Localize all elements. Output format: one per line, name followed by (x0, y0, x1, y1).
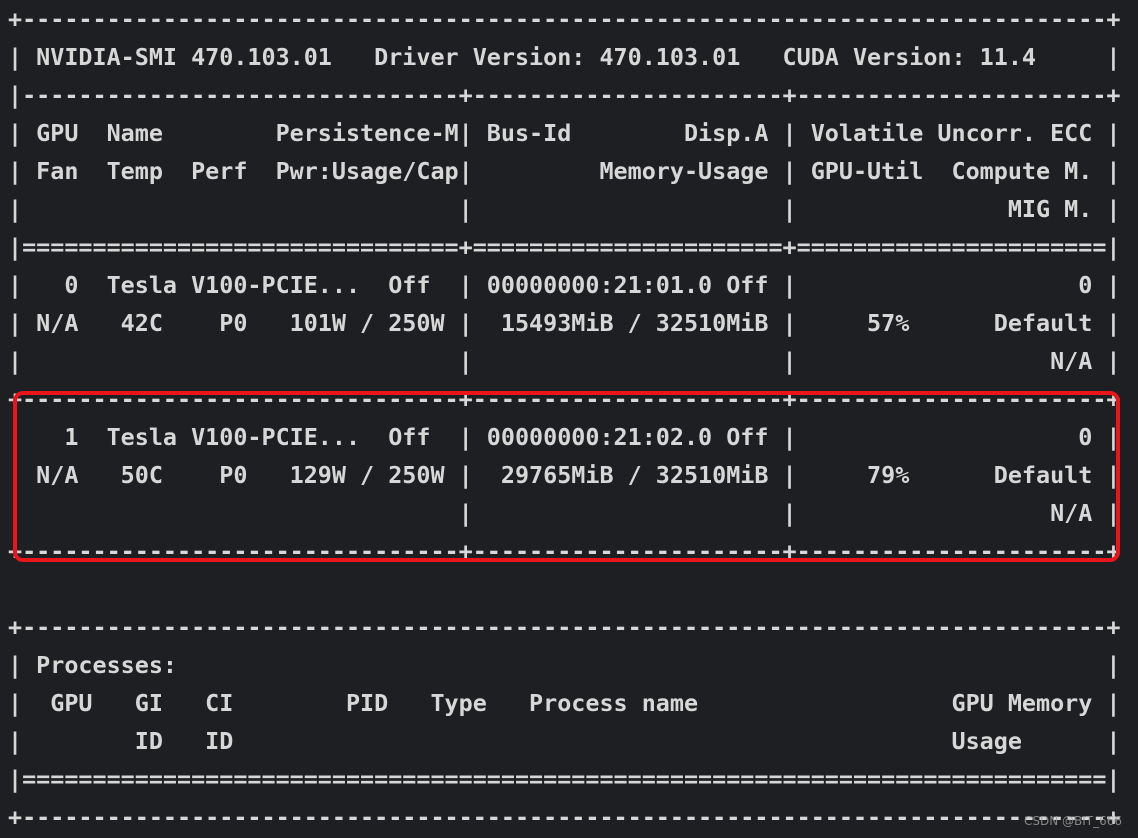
processes-top-border: +---------------------------------------… (8, 613, 1121, 641)
column-header-row-1: | GPU Name Persistence-M| Bus-Id Disp.A … (8, 119, 1121, 147)
processes-bottom-border: +---------------------------------------… (8, 803, 1121, 831)
version-header: | NVIDIA-SMI 470.103.01 Driver Version: … (8, 43, 1121, 71)
gpu-separator: +-------------------------------+-------… (8, 385, 1121, 413)
gpu-1-row-3: | | | N/A | (8, 499, 1121, 527)
gpu-table-double-separator: |===============================+=======… (8, 233, 1121, 261)
processes-header-row-2: | ID ID Usage | (8, 727, 1121, 755)
processes-double-separator: |=======================================… (8, 765, 1121, 793)
column-header-row-3: | | | MIG M. | (8, 195, 1121, 223)
gpu-1-row-1: | 1 Tesla V100-PCIE... Off | 00000000:21… (8, 423, 1121, 451)
gpu-table-separator: |-------------------------------+-------… (8, 81, 1121, 109)
gpu-0-row-2: | N/A 42C P0 101W / 250W | 15493MiB / 32… (8, 309, 1121, 337)
column-header-row-2: | Fan Temp Perf Pwr:Usage/Cap| Memory-Us… (8, 157, 1121, 185)
processes-title: | Processes: | (8, 651, 1121, 679)
processes-header-row-1: | GPU GI CI PID Type Process name GPU Me… (8, 689, 1121, 717)
nvidia-smi-output: +---------------------------------------… (8, 0, 1121, 836)
watermark: CSDN @BIT_666 (1023, 814, 1122, 828)
gpu-table-top-border: +---------------------------------------… (8, 5, 1121, 33)
gpu-0-row-3: | | | N/A | (8, 347, 1121, 375)
terminal-window: +---------------------------------------… (0, 0, 1138, 838)
gpu-1-row-2: | N/A 50C P0 129W / 250W | 29765MiB / 32… (8, 461, 1121, 489)
gpu-table-bottom-border: +-------------------------------+-------… (8, 537, 1121, 565)
gpu-0-row-1: | 0 Tesla V100-PCIE... Off | 00000000:21… (8, 271, 1121, 299)
